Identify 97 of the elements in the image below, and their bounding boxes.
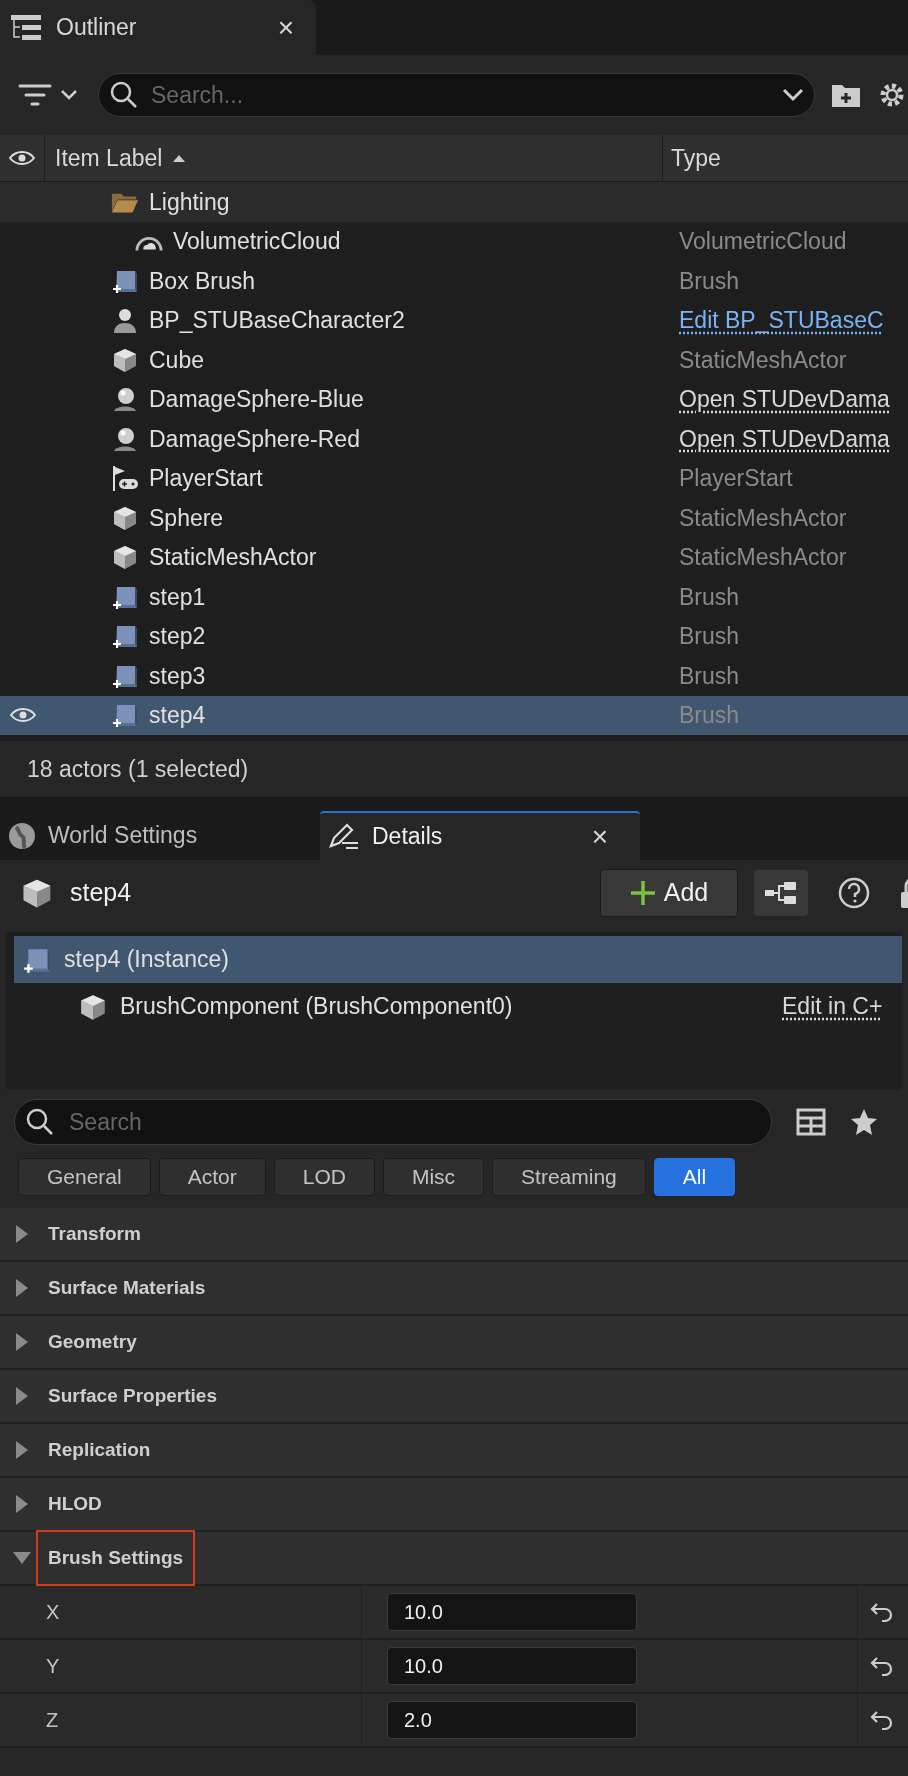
type-cell-text: StaticMeshActor	[679, 543, 847, 572]
category-title: Surface Materials	[47, 1275, 207, 1300]
filter-button[interactable]: Streaming	[492, 1158, 646, 1196]
hierarchy-button[interactable]	[754, 870, 808, 916]
component-row[interactable]: step4 (Instance)	[14, 936, 902, 983]
filter-button[interactable]: General	[18, 1158, 151, 1196]
sphere-on-stand-icon	[111, 385, 139, 414]
reset-arrow-icon[interactable]	[870, 1656, 894, 1676]
outliner-tab[interactable]: Outliner ×	[0, 0, 316, 55]
sort-up-icon	[172, 154, 187, 162]
eye-icon[interactable]	[8, 707, 37, 724]
type-cell-text: Brush	[679, 701, 740, 730]
component-label: step4 (Instance)	[64, 945, 229, 975]
category-title: Brush Settings	[36, 1529, 196, 1587]
type-cell-text: PlayerStart	[679, 464, 793, 493]
column-header[interactable]: Item Label	[45, 135, 663, 181]
component-label: BrushComponent (BrushComponent0)	[120, 992, 513, 1022]
item-label: VolumetricCloud	[173, 227, 341, 256]
outliner-title: Outliner	[56, 13, 137, 43]
search-field[interactable]: Search	[14, 1099, 772, 1145]
person-icon	[111, 306, 139, 335]
category-title: Surface Properties	[47, 1383, 218, 1408]
category-title: Transform	[47, 1221, 142, 1246]
reset-arrow-icon[interactable]	[870, 1710, 894, 1730]
outliner-row[interactable]: Lighting	[0, 182, 908, 222]
plus-icon	[629, 880, 656, 906]
item-label: Sphere	[149, 503, 224, 533]
category-title: Replication	[47, 1437, 152, 1462]
item-label: StaticMeshActor	[149, 543, 317, 572]
column-header[interactable]: Type	[663, 140, 721, 176]
item-label: Lighting	[149, 187, 230, 217]
globe-icon	[8, 821, 36, 850]
panel-tab[interactable]: Details ×	[320, 811, 640, 860]
item-label: BP_STUBaseCharacter2	[149, 306, 405, 335]
value-field[interactable]: 10.0	[387, 1593, 637, 1631]
category-header[interactable]: Transform	[0, 1208, 908, 1262]
item-label: Box Brush	[149, 266, 256, 296]
type-cell-text: StaticMeshActor	[679, 345, 847, 375]
filter-button[interactable]: LOD	[273, 1158, 375, 1196]
value-field[interactable]: 2.0	[387, 1701, 637, 1739]
filter-button[interactable]: Misc	[382, 1158, 485, 1196]
cube-icon	[111, 543, 139, 572]
type-cell-text: Brush	[679, 266, 740, 296]
type-link[interactable]: Open STUDevDama	[679, 421, 890, 456]
property-label: Y	[46, 1654, 60, 1679]
category-header[interactable]: Surface Materials	[0, 1262, 908, 1316]
tab-label: World Settings	[48, 821, 198, 851]
item-label: step2	[149, 622, 206, 651]
item-label: DamageSphere-Blue	[149, 385, 364, 414]
type-cell-text: Brush	[679, 582, 740, 612]
type-link[interactable]: Open STUDevDama	[679, 382, 890, 417]
pencil-lines-icon	[328, 822, 360, 851]
type-link[interactable]: Edit BP_STUBaseC	[679, 303, 884, 338]
search-icon	[109, 80, 139, 110]
outliner-row[interactable]: step4 Brush	[0, 695, 908, 735]
close-button[interactable]: ×	[591, 822, 608, 851]
category-title: HLOD	[47, 1491, 103, 1516]
property-label: Z	[46, 1708, 59, 1733]
item-label: PlayerStart	[149, 464, 263, 493]
reset-arrow-icon[interactable]	[870, 1602, 894, 1622]
search-input[interactable]: Search	[69, 1104, 761, 1140]
flag-gamepad-icon	[111, 464, 139, 493]
tab-label: Details	[372, 822, 443, 852]
status-text: 18 actors (1 selected)	[27, 754, 249, 784]
search-icon	[25, 1107, 55, 1137]
actor-name: step4	[70, 877, 132, 909]
close-button[interactable]: ×	[277, 13, 294, 42]
item-label: Cube	[149, 345, 204, 375]
outliner-list-icon	[10, 13, 42, 42]
filter-button[interactable]: Actor	[158, 1158, 266, 1196]
search-field[interactable]: Search...	[98, 73, 815, 117]
category-header[interactable]: Surface Properties	[0, 1370, 908, 1424]
add-button[interactable]: Add	[600, 869, 738, 917]
folder-plus-icon[interactable]	[831, 82, 861, 108]
type-cell-text: StaticMeshActor	[679, 503, 847, 533]
value-field[interactable]: 10.0	[387, 1647, 637, 1685]
category-title: Geometry	[47, 1329, 138, 1354]
help-icon[interactable]	[838, 877, 870, 909]
category-header[interactable]: HLOD	[0, 1478, 908, 1532]
type-cell-text: Brush	[679, 661, 740, 691]
type-cell-text: VolumetricCloud	[679, 227, 847, 256]
caret-down-icon	[12, 1551, 32, 1565]
category-header[interactable]: Replication	[0, 1424, 908, 1478]
item-label: DamageSphere-Red	[149, 424, 360, 454]
chevron-down-icon[interactable]	[782, 88, 804, 102]
category-header[interactable]: Geometry	[0, 1316, 908, 1370]
category-header[interactable]: Brush Settings	[0, 1532, 908, 1586]
item-label: step1	[149, 582, 206, 612]
eye-icon[interactable]	[8, 150, 36, 166]
item-label: step4	[149, 701, 206, 730]
type-cell-text: Brush	[679, 622, 740, 651]
hierarchy-icon	[764, 881, 798, 905]
item-label: step3	[149, 661, 206, 691]
property-label: X	[46, 1600, 60, 1625]
table-icon[interactable]	[796, 1108, 826, 1136]
star-icon[interactable]	[850, 1108, 878, 1136]
filter-button[interactable]: All	[653, 1158, 736, 1196]
